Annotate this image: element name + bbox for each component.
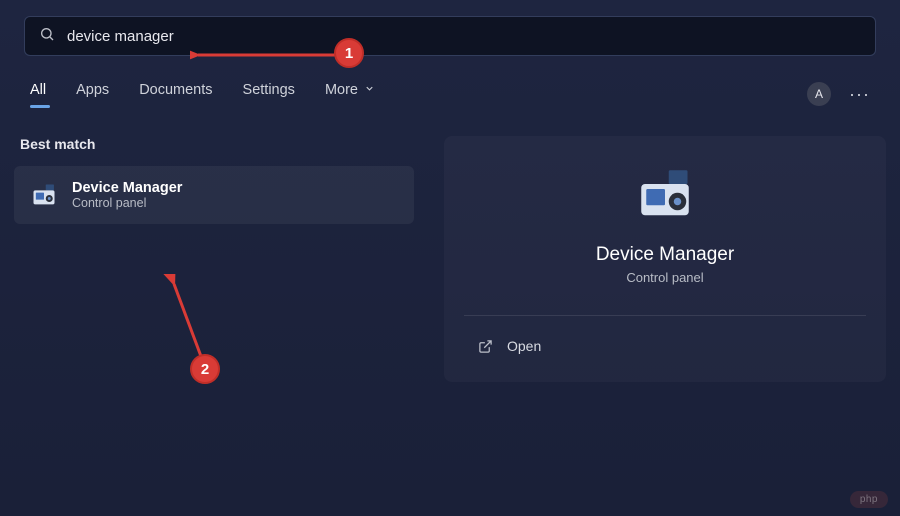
tab-more-label: More — [325, 82, 358, 98]
divider — [464, 315, 866, 316]
more-options-button[interactable]: ··· — [849, 84, 870, 105]
avatar-initial: A — [815, 87, 823, 101]
filter-tabs: All Apps Documents Settings More A ··· — [30, 82, 870, 106]
tab-apps[interactable]: Apps — [76, 82, 109, 106]
user-avatar[interactable]: A — [807, 82, 831, 106]
best-match-label: Best match — [20, 136, 414, 152]
tab-documents[interactable]: Documents — [139, 82, 212, 106]
result-subtitle: Control panel — [72, 196, 182, 210]
search-bar[interactable] — [24, 16, 876, 56]
result-title: Device Manager — [72, 180, 182, 196]
detail-title: Device Manager — [596, 244, 734, 266]
device-manager-icon — [30, 181, 58, 209]
open-icon — [478, 339, 493, 354]
device-manager-icon — [635, 164, 695, 224]
result-device-manager[interactable]: Device Manager Control panel — [14, 166, 414, 224]
tab-more[interactable]: More — [325, 82, 375, 106]
tab-settings[interactable]: Settings — [243, 82, 295, 106]
search-icon — [39, 26, 55, 47]
search-input[interactable] — [67, 28, 861, 45]
tab-all[interactable]: All — [30, 82, 46, 106]
detail-panel: Device Manager Control panel Open — [444, 136, 886, 382]
chevron-down-icon — [364, 82, 375, 98]
open-label: Open — [507, 338, 541, 354]
detail-subtitle: Control panel — [626, 270, 703, 285]
open-action[interactable]: Open — [464, 330, 866, 362]
